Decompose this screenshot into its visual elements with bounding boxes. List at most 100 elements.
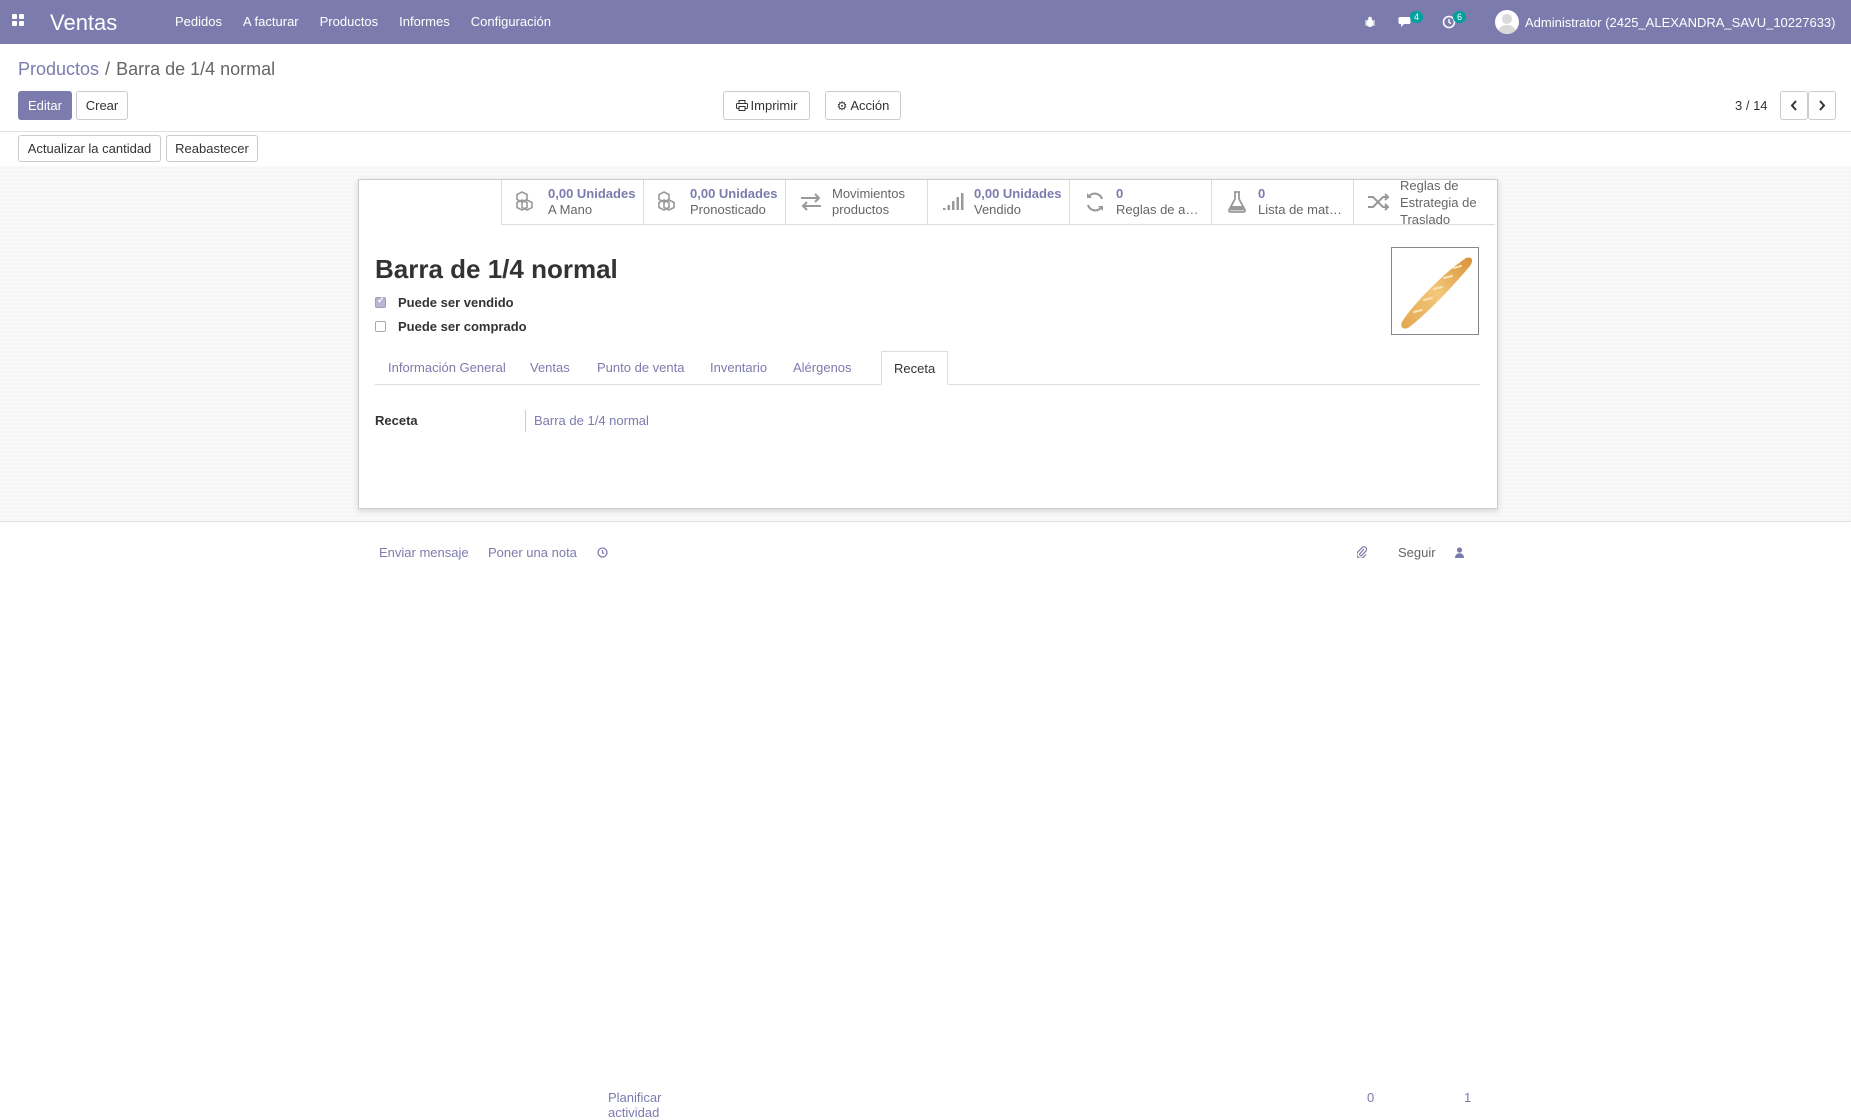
tab-punto-de-venta[interactable]: Punto de venta: [597, 351, 684, 384]
cubes-icon: [654, 190, 684, 214]
menu-item-pedidos[interactable]: Pedidos: [175, 14, 222, 29]
baguette-image: [1401, 257, 1473, 329]
attachments-button[interactable]: 0: [1356, 545, 1374, 1105]
field-divider: [525, 410, 526, 432]
form-sheet: 0,00 Unidades A Mano 0,00 Unidades Pronost…: [358, 177, 1498, 509]
product-name[interactable]: Barra de 1/4 normal: [375, 254, 618, 285]
refresh-icon: [1080, 190, 1110, 214]
on-hand-label: A Mano: [548, 202, 593, 217]
stat-forecasted[interactable]: 0,00 Unidades Pronosticado: [643, 180, 785, 224]
forecasted-label: Pronosticado: [690, 202, 766, 217]
apps-menu-icon[interactable]: [12, 14, 26, 28]
chevron-right-icon: [1819, 100, 1826, 111]
checkbox-unchecked[interactable]: [375, 321, 386, 332]
user-name: Administrator (2425_ALEXANDRA_SAVU_10227…: [1525, 14, 1836, 30]
send-message-button[interactable]: Enviar mensaje: [379, 545, 469, 560]
smart-buttons: 0,00 Unidades A Mano 0,00 Unidades Pronost…: [501, 177, 1495, 227]
cubes-icon: [512, 190, 542, 214]
stat-product-moves[interactable]: Movimientos productos: [785, 180, 927, 224]
menu-item-informes[interactable]: Informes: [399, 14, 450, 29]
stat-sold[interactable]: 0,00 Unidades Vendido: [927, 180, 1069, 224]
print-button[interactable]: Imprimir: [723, 91, 810, 120]
breadcrumb-current: Barra de 1/4 normal: [116, 59, 276, 79]
followers-count: 1: [1464, 1090, 1472, 1105]
moves-label-2: productos: [832, 202, 890, 217]
putaway-label-1: Reglas de: [1400, 177, 1459, 193]
breadcrumb: Productos / Barra de 1/4 normal: [18, 59, 275, 80]
chevron-left-icon: [1790, 100, 1797, 111]
bug-icon[interactable]: [1364, 0, 1376, 44]
schedule-activity-label: Planificar actividad: [608, 1090, 662, 1120]
bom-value: 0: [1258, 186, 1266, 201]
menu-item-a-facturar[interactable]: A facturar: [243, 14, 299, 29]
tab-ventas[interactable]: Ventas: [530, 351, 570, 384]
exchange-icon: [796, 190, 826, 214]
print-label: Imprimir: [750, 98, 798, 113]
user-menu[interactable]: Administrator (2425_ALEXANDRA_SAVU_10227…: [1495, 0, 1835, 44]
can-be-sold-label: Puede ser vendido: [398, 295, 514, 310]
can-be-sold-checkbox[interactable]: Puede ser vendido: [375, 295, 514, 310]
reorder-label: Reglas de a…: [1116, 202, 1199, 217]
replenish-button[interactable]: Reabastecer: [166, 135, 258, 162]
can-be-purchased-label: Puede ser comprado: [398, 319, 527, 334]
stat-on-hand[interactable]: 0,00 Unidades A Mano: [501, 180, 643, 224]
tab-inventario[interactable]: Inventario: [710, 351, 767, 384]
putaway-label-3: Traslado: [1400, 211, 1451, 227]
flask-icon: [1222, 190, 1252, 214]
pager-next-button[interactable]: [1808, 91, 1836, 120]
schedule-activity-button[interactable]: Planificar actividad: [597, 545, 661, 1120]
update-quantity-button[interactable]: Actualizar la cantidad: [18, 135, 161, 162]
breadcrumb-productos[interactable]: Productos: [18, 59, 99, 79]
recipe-label: Receta: [375, 413, 418, 428]
log-note-button[interactable]: Poner una nota: [488, 545, 577, 560]
checkbox-checked[interactable]: [375, 295, 386, 308]
follow-button[interactable]: Seguir: [1398, 545, 1436, 560]
app-name[interactable]: Ventas: [50, 10, 117, 36]
pager-value[interactable]: 3 / 14: [1735, 98, 1768, 113]
activities-menu[interactable]: 6: [1442, 0, 1467, 44]
print-icon: [735, 100, 748, 111]
can-be-purchased-checkbox[interactable]: Puede ser comprado: [375, 319, 527, 334]
clock-icon: [597, 547, 608, 558]
avatar: [1495, 10, 1519, 34]
attachments-count: 0: [1367, 1090, 1375, 1105]
product-image[interactable]: [1391, 247, 1479, 335]
menu-item-configuracion[interactable]: Configuración: [471, 14, 551, 29]
tab-alergenos[interactable]: Alérgenos: [793, 351, 852, 384]
sold-label: Vendido: [974, 202, 1021, 217]
top-navbar: Ventas Pedidos A facturar Productos Info…: [0, 0, 1851, 44]
user-icon: [1455, 547, 1464, 558]
stat-putaway-rules[interactable]: Reglas de Estrategia de Traslado: [1353, 177, 1495, 227]
recipe-value-link[interactable]: Barra de 1/4 normal: [534, 413, 649, 428]
stat-bom[interactable]: 0 Lista de mat…: [1211, 180, 1353, 224]
tab-informacion-general[interactable]: Información General: [388, 351, 506, 384]
edit-button[interactable]: Editar: [18, 91, 72, 120]
activities-badge: 6: [1453, 11, 1467, 23]
action-label: Acción: [850, 98, 890, 113]
tab-receta[interactable]: Receta: [881, 351, 949, 385]
menu-item-productos[interactable]: Productos: [320, 14, 379, 29]
gear-icon: ⚙: [836, 98, 848, 113]
followers-button[interactable]: 1: [1455, 545, 1471, 1105]
moves-label-1: Movimientos: [832, 186, 905, 201]
reorder-value: 0: [1116, 186, 1124, 201]
bom-label: Lista de mat…: [1258, 202, 1342, 217]
sold-value: 0,00 Unidades: [974, 186, 1062, 201]
action-button[interactable]: ⚙ Acción: [825, 91, 901, 120]
paperclip-icon: [1356, 546, 1368, 559]
putaway-label-2: Estrategia de: [1400, 194, 1477, 210]
messages-menu[interactable]: 4: [1398, 0, 1424, 44]
on-hand-value: 0,00 Unidades: [548, 186, 636, 201]
chatter-divider: [0, 521, 1851, 522]
pager-previous-button[interactable]: [1780, 91, 1808, 120]
create-button[interactable]: Crear: [76, 91, 128, 120]
notebook-tabs: Información General Ventas Punto de vent…: [375, 351, 1480, 385]
breadcrumb-separator: /: [105, 59, 111, 79]
forecasted-value: 0,00 Unidades: [690, 186, 778, 201]
control-panel-divider: [0, 131, 1851, 132]
main-menu: Pedidos A facturar Productos Informes Co…: [175, 14, 572, 29]
stat-reorder-rules[interactable]: 0 Reglas de a…: [1069, 180, 1211, 224]
signal-icon: [938, 190, 968, 214]
random-icon: [1364, 190, 1394, 214]
messages-badge: 4: [1410, 11, 1424, 23]
